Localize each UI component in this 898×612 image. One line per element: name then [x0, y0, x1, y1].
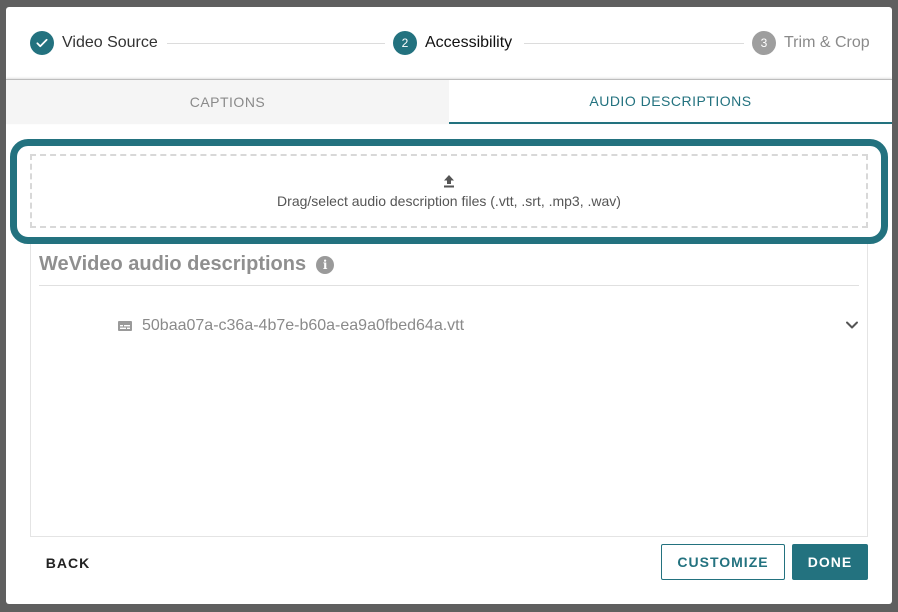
back-button[interactable]: BACK	[30, 545, 106, 581]
done-button[interactable]: DONE	[792, 544, 868, 580]
step-label: Accessibility	[425, 34, 513, 51]
tab-bar: CAPTIONS AUDIO DESCRIPTIONS	[6, 79, 892, 124]
step-trim-crop[interactable]: 3 Trim & Crop	[752, 31, 870, 55]
step-connector	[524, 43, 744, 44]
step-label: Trim & Crop	[784, 34, 870, 51]
accessibility-dialog: Video Source 2 Accessibility 3 Trim & Cr…	[6, 7, 892, 604]
upload-icon	[444, 175, 454, 188]
dropzone-text: Drag/select audio description files (.vt…	[277, 193, 621, 209]
file-name: 50baa07a-c36a-4b7e-b60a-ea9a0fbed64a.vtt	[142, 317, 465, 334]
file-list-item[interactable]: 50baa07a-c36a-4b7e-b60a-ea9a0fbed64a.vtt	[118, 315, 860, 337]
customize-button[interactable]: CUSTOMIZE	[661, 544, 785, 580]
step-connector	[167, 43, 385, 44]
tab-audio-descriptions[interactable]: AUDIO DESCRIPTIONS	[449, 80, 892, 124]
tab-captions[interactable]: CAPTIONS	[6, 80, 449, 124]
section-title-text: WeVideo audio descriptions	[39, 253, 307, 275]
file-dropzone[interactable]: Drag/select audio description files (.vt…	[30, 154, 868, 228]
stepper: Video Source 2 Accessibility 3 Trim & Cr…	[6, 7, 892, 79]
info-icon[interactable]: i	[316, 255, 335, 274]
chevron-down-icon[interactable]	[844, 317, 860, 333]
closed-caption-icon	[118, 321, 132, 331]
section-title: WeVideo audio descriptions i	[39, 253, 335, 276]
divider	[39, 285, 859, 286]
step-number: 2	[393, 31, 417, 55]
step-accessibility[interactable]: 2 Accessibility	[393, 31, 512, 55]
step-number: 3	[752, 31, 776, 55]
step-label: Video Source	[62, 34, 158, 51]
checkmark-icon	[30, 31, 54, 55]
step-video-source[interactable]: Video Source	[30, 31, 158, 55]
